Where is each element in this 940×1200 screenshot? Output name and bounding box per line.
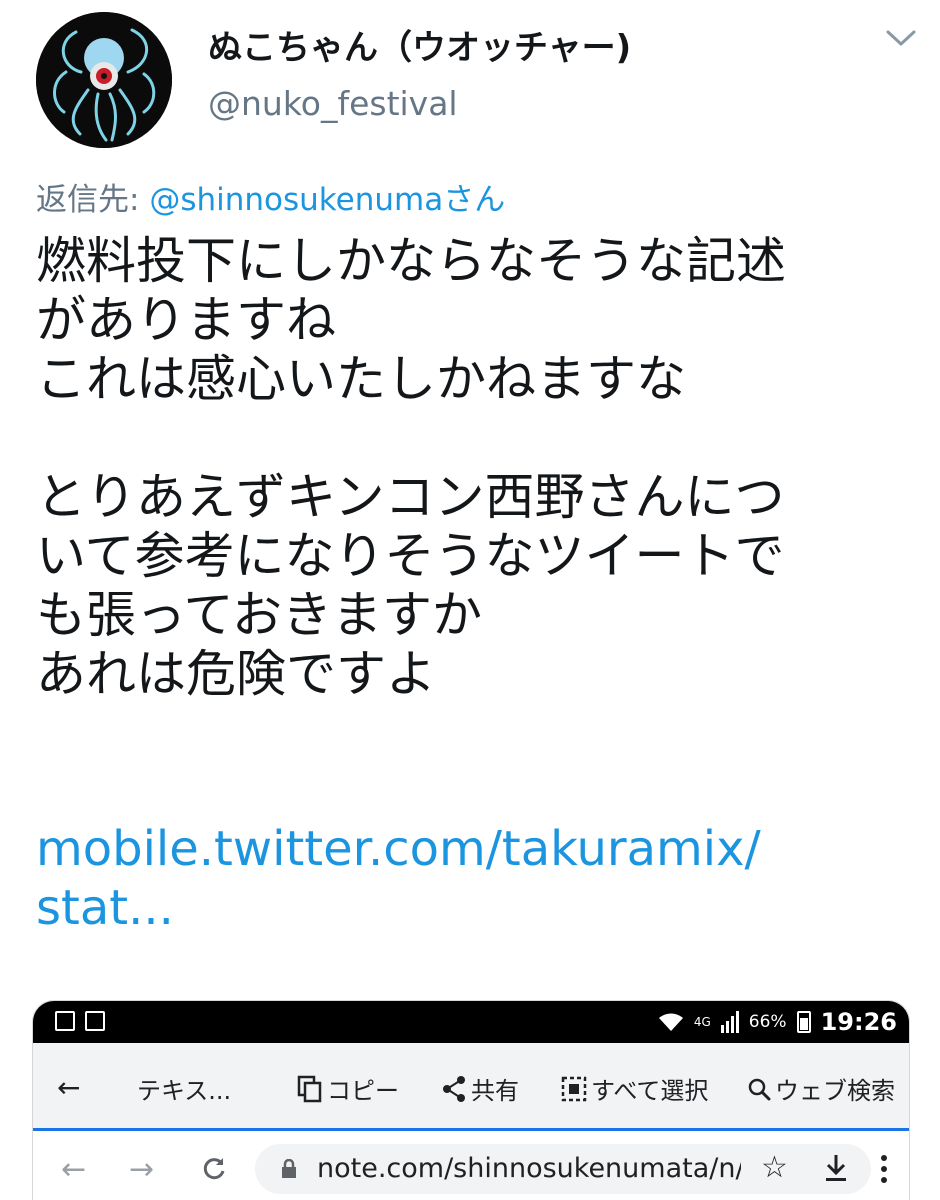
web-search-button[interactable]: ウェブ検索	[747, 1071, 895, 1106]
gallery-notification-icon	[55, 1011, 75, 1031]
tweet-url-line[interactable]: mobile.twitter.com/takuramix/	[36, 820, 916, 879]
more-menu-icon[interactable]	[879, 1154, 889, 1184]
tweet-text-line: いて参考になりそうなツイートで	[36, 527, 785, 585]
reply-mention-link[interactable]: @shinnosukenumaさん	[149, 182, 505, 218]
lock-icon	[282, 1159, 296, 1178]
user-handle[interactable]: @nuko_festival	[208, 84, 458, 123]
selection-title: テキス...	[137, 1077, 232, 1105]
tweet-text-line: も張っておきますか	[36, 586, 482, 644]
wifi-icon	[658, 1013, 683, 1031]
user-avatar[interactable]	[36, 12, 172, 148]
select-all-label: すべて選択	[591, 1077, 709, 1105]
network-type: 4G	[693, 1015, 711, 1029]
copy-label: コピー	[327, 1077, 399, 1105]
attached-image[interactable]: 4G 66% 19:26 ← テキス... コピー 共有 すべて選択 ウェブ検索…	[32, 1000, 910, 1200]
signal-icon	[720, 1011, 739, 1033]
tweet-url-line[interactable]: stat...	[36, 879, 916, 938]
web-search-label: ウェブ検索	[775, 1077, 895, 1105]
address-bar[interactable]: note.com/shinnosukenumata/n/n( ☆	[255, 1144, 871, 1194]
reload-icon[interactable]	[201, 1156, 227, 1182]
tweet-text-line: がありますね	[36, 291, 336, 349]
select-all-button[interactable]: すべて選択	[561, 1071, 708, 1106]
tweet-text-line: 燃料投下にしかならなそうな記述	[36, 232, 786, 290]
copy-icon	[297, 1075, 322, 1102]
reply-prefix: 返信先:	[36, 182, 140, 218]
select-all-icon	[561, 1076, 587, 1101]
tweet-text-line: これは感心いたしかねますな	[36, 350, 686, 408]
tweet-url-link[interactable]: mobile.twitter.com/takuramix/ stat...	[36, 820, 916, 938]
browser-toolbar: ← → note.com/shinnosukenumata/n/n( ☆	[33, 1134, 909, 1200]
status-notifications	[55, 1011, 105, 1031]
tweet-text-line: あれは危険ですよ	[36, 645, 436, 703]
share-label: 共有	[471, 1077, 519, 1105]
share-button[interactable]: 共有	[441, 1071, 519, 1106]
selection-back-button[interactable]: ←	[57, 1071, 80, 1104]
bookmark-star-icon[interactable]: ☆	[761, 1150, 788, 1185]
display-name[interactable]: ぬこちゃん（ウオッチャー)	[208, 20, 631, 69]
url-text[interactable]: note.com/shinnosukenumata/n/n(	[317, 1153, 741, 1184]
app-notification-icon	[85, 1011, 105, 1031]
text-selection-toolbar: ← テキス... コピー 共有 すべて選択 ウェブ検索	[33, 1043, 909, 1131]
tweet-text-line: とりあえずキンコン西野さんにつ	[36, 468, 785, 526]
browser-forward-button[interactable]: →	[129, 1152, 154, 1187]
clock: 19:26	[820, 1008, 897, 1036]
status-indicators: 4G 66% 19:26	[658, 1005, 897, 1039]
browser-back-button[interactable]: ←	[61, 1152, 86, 1187]
share-icon	[443, 1075, 465, 1102]
octopus-avatar-icon	[36, 12, 172, 148]
search-icon	[748, 1078, 771, 1100]
download-icon[interactable]	[823, 1152, 849, 1184]
tweet-text: 燃料投下にしかならなそうな記述 がありますね これは感心いたしかねますな とりあ…	[36, 232, 916, 704]
copy-button[interactable]: コピー	[297, 1071, 399, 1106]
chevron-down-icon[interactable]	[884, 26, 918, 50]
status-bar: 4G 66% 19:26	[33, 1001, 909, 1043]
reply-context: 返信先: @shinnosukenumaさん	[36, 174, 505, 219]
battery-icon	[796, 1011, 811, 1033]
battery-percent: 66%	[748, 1012, 787, 1032]
